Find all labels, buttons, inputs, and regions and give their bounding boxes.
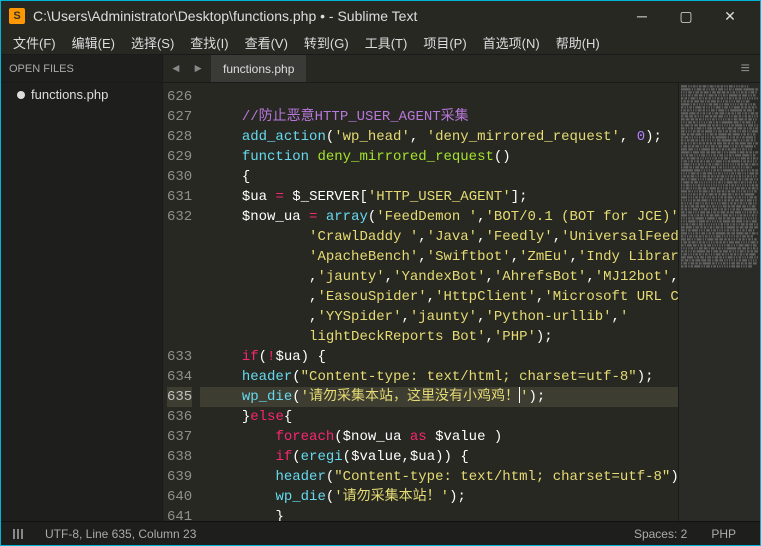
statusbar: UTF-8, Line 635, Column 23 Spaces: 2 PHP	[1, 521, 760, 545]
hamburger-icon[interactable]: ≡	[730, 55, 760, 82]
tab-nav: ◄ ►	[163, 55, 211, 82]
menu-help[interactable]: 帮助(H)	[548, 31, 608, 54]
line-gutter: 6266276286296306316326336346356366376386…	[163, 83, 200, 521]
file-name: functions.php	[31, 87, 108, 102]
open-file-item[interactable]: functions.php	[1, 83, 162, 106]
maximize-button[interactable]: ▢	[664, 1, 708, 31]
menubar: 文件(F) 编辑(E) 选择(S) 查找(I) 查看(V) 转到(G) 工具(T…	[1, 31, 760, 55]
menu-preferences[interactable]: 首选项(N)	[475, 31, 548, 54]
editor[interactable]: 6266276286296306316326336346356366376386…	[163, 83, 760, 521]
status-lang[interactable]: PHP	[699, 527, 748, 541]
dirty-indicator-icon	[17, 91, 25, 99]
nav-forward-icon[interactable]: ►	[189, 60, 207, 78]
tab-functions[interactable]: functions.php	[211, 55, 306, 82]
code-area[interactable]: //防止恶意HTTP_USER_AGENT采集 add_action('wp_h…	[200, 83, 678, 521]
sidebar-header: OPEN FILES	[1, 55, 163, 82]
minimap[interactable]: █████ █ █ ██ █ ██ ███ █ ███ █ ██ ██ █ █ …	[678, 83, 760, 521]
toolbar: OPEN FILES ◄ ► functions.php ≡	[1, 55, 760, 83]
menu-find[interactable]: 查找(I)	[182, 31, 236, 54]
window-title: C:\Users\Administrator\Desktop\functions…	[33, 8, 620, 24]
menu-project[interactable]: 项目(P)	[415, 31, 474, 54]
app-logo: S	[9, 8, 25, 24]
menu-edit[interactable]: 编辑(E)	[64, 31, 123, 54]
titlebar: S C:\Users\Administrator\Desktop\functio…	[1, 1, 760, 31]
status-icon	[13, 529, 27, 539]
sidebar: functions.php	[1, 83, 163, 521]
menu-view[interactable]: 查看(V)	[237, 31, 296, 54]
close-button[interactable]: ✕	[708, 1, 752, 31]
menu-select[interactable]: 选择(S)	[123, 31, 182, 54]
menu-goto[interactable]: 转到(G)	[296, 31, 357, 54]
menu-tools[interactable]: 工具(T)	[357, 31, 416, 54]
status-encoding[interactable]: UTF-8, Line 635, Column 23	[33, 527, 208, 541]
status-spaces[interactable]: Spaces: 2	[622, 527, 699, 541]
nav-back-icon[interactable]: ◄	[167, 60, 185, 78]
menu-file[interactable]: 文件(F)	[5, 31, 64, 54]
minimize-button[interactable]: ─	[620, 1, 664, 31]
